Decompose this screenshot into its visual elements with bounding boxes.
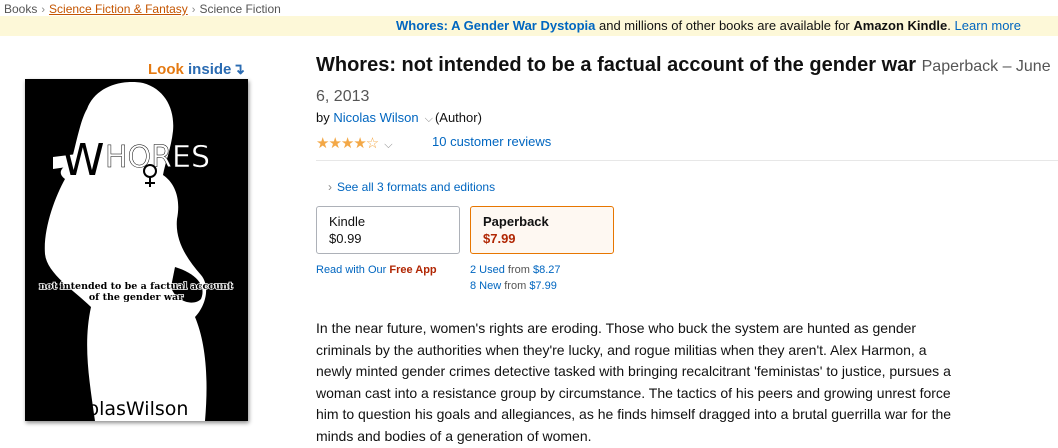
cover-title-rest: HORES [105, 140, 210, 175]
see-all-formats-link[interactable]: › See all 3 formats and editions [328, 180, 495, 194]
kindle-sub-prefix: Read with Our [316, 264, 390, 276]
product-title-text: Whores: not intended to be a factual acc… [316, 54, 917, 76]
look-inside-word2: inside [188, 61, 232, 78]
customer-reviews-link[interactable]: 10 customer reviews [432, 134, 551, 149]
format-name: Paperback [483, 214, 549, 229]
chevron-right-icon: › [328, 180, 332, 194]
cover-title-w: W [61, 135, 105, 186]
breadcrumb: Books › Science Fiction & Fantasy › Science … [4, 2, 281, 16]
cover-author: NicolasWilson [58, 398, 189, 420]
kindle-free-app-link[interactable]: Read with Our Free App [316, 264, 437, 276]
used-offers: 2 Used from $8.27 [470, 264, 561, 276]
look-inside-arrow-icon: ↴ [232, 61, 245, 78]
author-link[interactable]: Nicolas Wilson [333, 110, 418, 125]
book-description: In the near future, women's rights are e… [316, 320, 952, 444]
banner-book-link[interactable]: Whores: A Gender War Dystopia [396, 18, 595, 33]
new-count-link[interactable]: 8 New [470, 280, 501, 292]
new-offers: 8 New from $7.99 [470, 280, 557, 292]
used-price-link[interactable]: $8.27 [533, 264, 561, 276]
cover-art: W HORES not intended to be a factual acc… [25, 79, 248, 421]
breadcrumb-science-fiction-fantasy[interactable]: Science Fiction & Fantasy [49, 2, 188, 16]
by-label: by [316, 110, 334, 125]
breadcrumb-separator: › [191, 4, 196, 16]
breadcrumb-science-fiction[interactable]: Science Fiction [199, 2, 280, 16]
author-role: (Author) [434, 110, 482, 125]
product-title: Whores: not intended to be a factual acc… [316, 51, 1056, 111]
cover-tagline-2: of the gender war [89, 292, 184, 303]
cover-tagline-1: not intended to be a factual account [39, 281, 233, 292]
format-price: $0.99 [329, 231, 362, 246]
learn-more-link[interactable]: Learn more [955, 18, 1021, 33]
format-name: Kindle [329, 214, 366, 229]
look-inside-button[interactable]: Look inside↴ [148, 60, 245, 78]
banner-kindle-text: Amazon Kindle [853, 18, 948, 33]
divider [316, 160, 1058, 161]
look-inside-word1: Look [148, 61, 184, 78]
star-rating[interactable]: ★★★★☆ ⌵ [316, 134, 393, 152]
kindle-banner: Whores: A Gender War Dystopia and millio… [0, 16, 1058, 36]
chevron-down-icon[interactable]: ⌵ [384, 139, 392, 151]
byline: by Nicolas Wilson ⌵ (Author) [316, 110, 482, 126]
format-paperback-button[interactable]: Paperback $7.99 [470, 206, 614, 254]
book-cover-image[interactable]: W HORES not intended to be a factual acc… [25, 79, 248, 421]
see-all-formats-label: See all 3 formats and editions [337, 180, 496, 194]
kindle-sub-free-app: Free App [389, 264, 437, 276]
breadcrumb-books[interactable]: Books [4, 2, 37, 16]
star-icons: ★★★★☆ [316, 135, 379, 152]
used-count-link[interactable]: 2 Used [470, 264, 505, 276]
new-from: from [501, 280, 530, 292]
banner-period: . [947, 18, 955, 33]
breadcrumb-separator: › [41, 4, 46, 16]
format-price: $7.99 [483, 231, 516, 246]
chevron-down-icon[interactable]: ⌵ [425, 113, 433, 125]
banner-text: and millions of other books are availabl… [595, 18, 854, 33]
new-price-link[interactable]: $7.99 [529, 280, 557, 292]
format-kindle-button[interactable]: Kindle $0.99 [316, 206, 460, 254]
used-from: from [504, 264, 533, 276]
